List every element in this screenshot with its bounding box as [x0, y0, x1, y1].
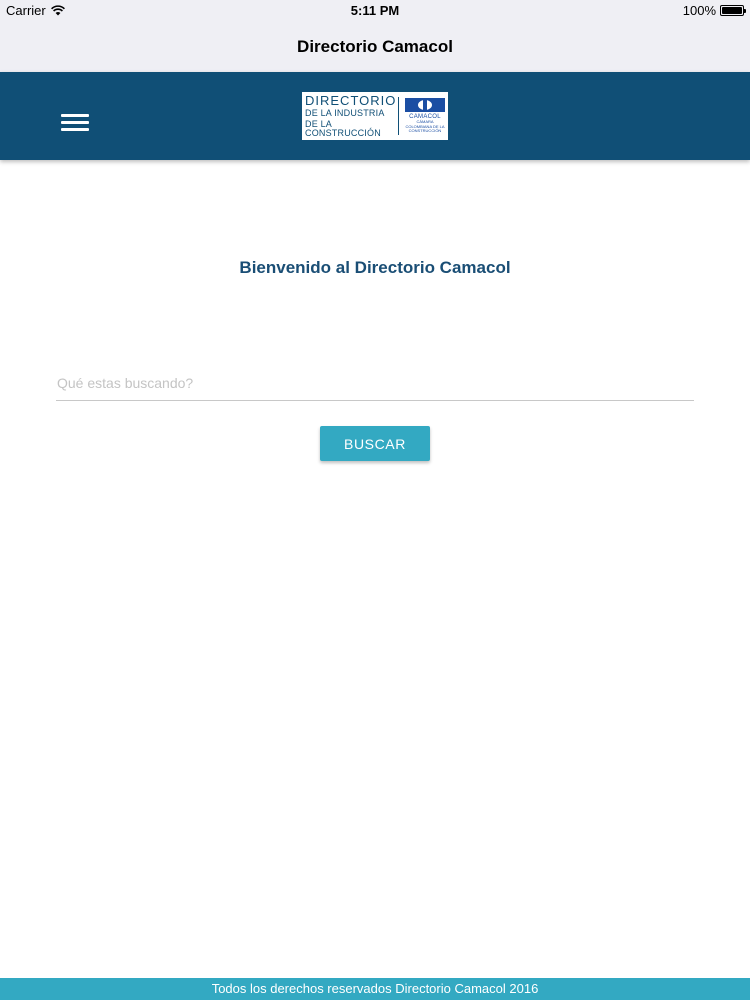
search-input[interactable] [56, 366, 694, 401]
camacol-mark: CAMACOL CÁMARA COLOMBIANA DE LA CONSTRUC… [403, 98, 447, 133]
logo-text: DIRECTORIO DE LA INDUSTRIA DE LA CONSTRU… [302, 93, 397, 138]
search-button[interactable]: BUSCAR [320, 426, 430, 461]
status-bar: Carrier 5:11 PM 100% [0, 0, 750, 21]
nav-bar: Directorio Camacol [0, 21, 750, 72]
status-right: 100% [682, 3, 746, 18]
app-header: DIRECTORIO DE LA INDUSTRIA DE LA CONSTRU… [0, 72, 750, 160]
logo-line3: DE LA CONSTRUCCIÓN [305, 119, 381, 138]
hamburger-menu-icon[interactable] [58, 110, 92, 136]
status-time: 5:11 PM [350, 3, 400, 18]
logo-subtitle: CÁMARA COLOMBIANA DE LA CONSTRUCCIÓN [405, 119, 445, 134]
footer-text: Todos los derechos reservados Directorio… [211, 981, 539, 996]
logo-divider [398, 97, 399, 135]
battery-icon [720, 5, 746, 16]
battery-percent: 100% [682, 3, 716, 18]
camacol-badge-icon [405, 98, 445, 113]
logo-line2: DE LA INDUSTRIA [305, 108, 385, 118]
logo-line1: DIRECTORIO [305, 93, 397, 108]
welcome-title: Bienvenido al Directorio Camacol [239, 258, 511, 277]
nav-title: Directorio Camacol [297, 37, 453, 56]
footer: Todos los derechos reservados Directorio… [0, 978, 750, 1000]
directorio-camacol-logo: DIRECTORIO DE LA INDUSTRIA DE LA CONSTRU… [302, 92, 448, 140]
